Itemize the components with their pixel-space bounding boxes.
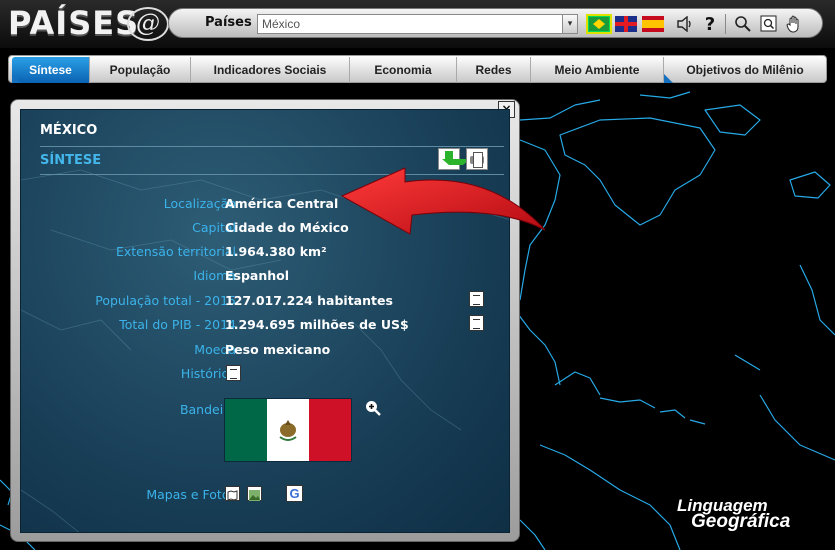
pointer-arrow: [340, 167, 546, 235]
watermark-line2: Geográfica: [691, 511, 791, 532]
linguagem-geografica-logo: Linguagem Geográfica: [677, 497, 791, 532]
